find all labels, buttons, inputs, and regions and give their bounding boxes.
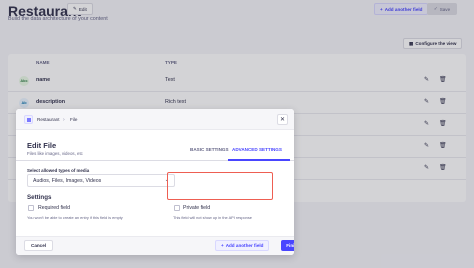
finish-button[interactable]: Finish — [281, 240, 294, 251]
settings-heading: Settings — [27, 194, 52, 201]
media-types-select[interactable]: Audios, Files, Images, Videos ⌄ — [27, 174, 175, 187]
private-field-highlight — [167, 172, 273, 200]
required-field-checkbox[interactable] — [28, 205, 34, 211]
private-field-checkbox[interactable] — [174, 205, 180, 211]
modal-header: Restaurant › File ✕ — [16, 109, 294, 130]
modal-subtitle: Files like images, videos, etc — [27, 151, 83, 156]
content-type-icon — [24, 115, 33, 124]
close-button[interactable]: ✕ — [277, 114, 288, 125]
private-field-label[interactable]: Private field — [183, 205, 210, 211]
breadcrumb-content-type[interactable]: Restaurant — [37, 117, 59, 122]
add-another-field-modal-label: Add another field — [225, 243, 264, 248]
modal-footer: Cancel + Add another field Finish — [16, 236, 294, 255]
tab-basic-settings[interactable]: BASIC SETTINGS — [190, 147, 229, 157]
add-another-field-modal-button[interactable]: + Add another field — [215, 240, 270, 251]
plus-icon: + — [221, 243, 224, 248]
private-field-hint: This field will not show up in the API r… — [173, 215, 252, 220]
modal-title: Edit File — [27, 141, 57, 150]
close-icon: ✕ — [279, 117, 286, 123]
required-field-label[interactable]: Required field — [38, 205, 70, 211]
tab-advanced-settings[interactable]: ADVANCED SETTINGS — [232, 147, 282, 157]
media-types-label: Select allowed types of media — [27, 168, 90, 173]
breadcrumb-field: File — [70, 117, 78, 122]
media-types-value: Audios, Files, Images, Videos — [33, 177, 102, 184]
required-field-hint: You won't be able to create an entry if … — [27, 215, 123, 220]
chevron-right-icon: › — [63, 116, 65, 123]
active-tab-indicator — [228, 159, 290, 161]
cancel-button[interactable]: Cancel — [24, 240, 54, 251]
edit-field-modal: Restaurant › File ✕ Edit File Files like… — [16, 109, 294, 255]
